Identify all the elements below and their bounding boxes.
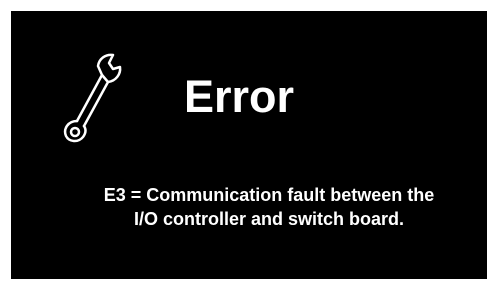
error-message: E3 = Communication fault between the I/O… — [31, 183, 499, 231]
wrench-icon — [63, 53, 122, 143]
error-screen: Error E3 = Communication fault between t… — [11, 11, 487, 279]
error-message-line-2: I/O controller and switch board. — [133, 209, 405, 229]
error-message-line-1: E3 = Communication fault between the — [103, 185, 435, 205]
error-title: Error — [184, 71, 295, 122]
